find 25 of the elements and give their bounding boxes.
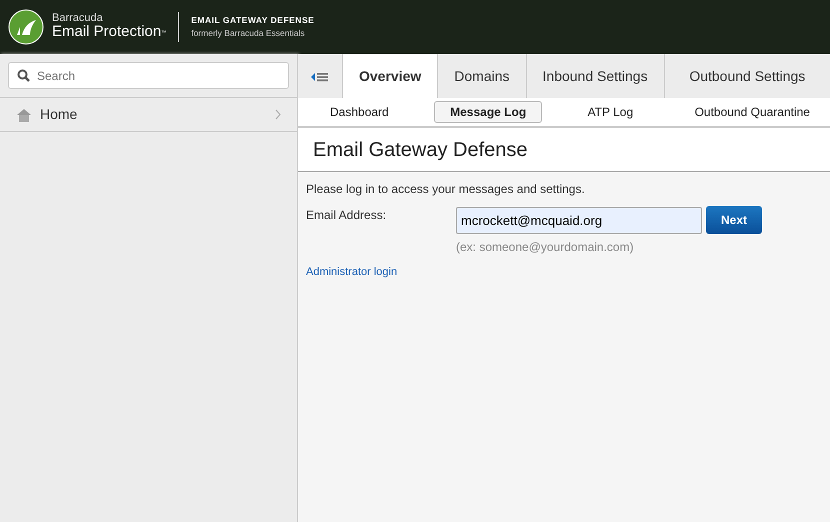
hint-text: (ex: someone@yourdomain.com) — [456, 239, 635, 256]
sub-tab[interactable]: Message Log — [434, 101, 542, 123]
sub-tab[interactable]: ATP Log — [572, 101, 650, 123]
admin-login-link[interactable]: Administrator login — [306, 264, 398, 280]
collapse-menu-icon — [311, 72, 329, 82]
field-label: Email Address: — [306, 208, 386, 222]
next-button[interactable]: Next — [706, 206, 762, 234]
email-field[interactable]: mcrockett@mcquaid.org — [456, 206, 702, 234]
logo-icon — [8, 9, 44, 45]
product-title: EMAIL GATEWAY DEFENSE — [191, 14, 314, 27]
brand-name: Barracuda — [52, 13, 104, 24]
intro-text: Please log in to access your messages and settings. — [306, 181, 586, 198]
sub-tab[interactable]: Outbound Quarantine — [678, 101, 826, 123]
tab[interactable]: Outbound Settings — [664, 54, 830, 98]
page-title: Email Gateway Defense — [313, 138, 528, 162]
chevron-right-icon — [275, 109, 281, 120]
tab[interactable]: Domains — [437, 54, 526, 98]
product-name: Email Protection$^{™}$ — [52, 24, 166, 41]
tab[interactable]: Overview — [342, 54, 438, 99]
home-icon — [16, 108, 32, 122]
sidebar-item[interactable]: Home — [0, 97, 297, 132]
product-subtitle: formerly Barracuda Essentials — [191, 27, 306, 40]
search-field[interactable]: Search — [8, 62, 289, 89]
sub-tab[interactable]: Dashboard — [314, 101, 405, 123]
tab[interactable]: Inbound Settings — [526, 54, 664, 98]
